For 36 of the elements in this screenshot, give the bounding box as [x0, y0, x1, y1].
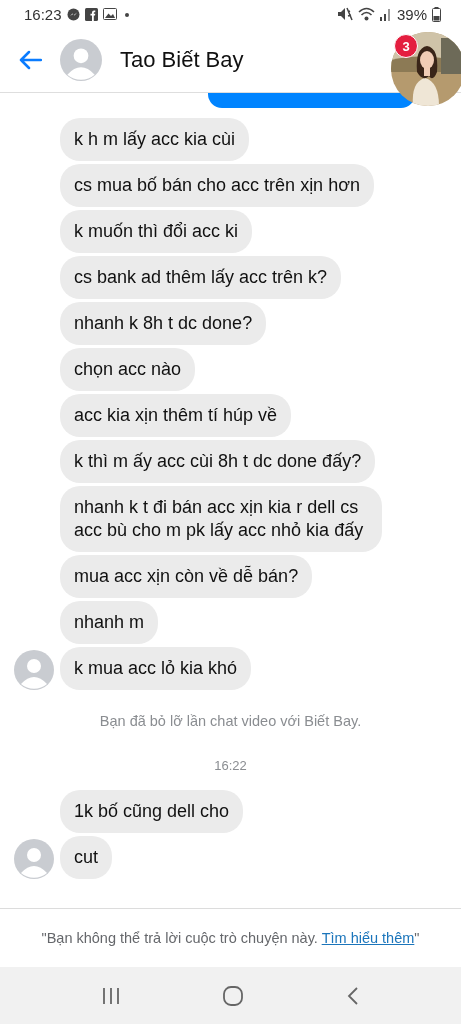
back-arrow-icon[interactable]	[18, 50, 42, 70]
message-bubble: mua acc xịn còn về dễ bán?	[60, 555, 313, 598]
message-bubble: cs mua bố bán cho acc trên xịn hơn	[60, 164, 374, 207]
recent-apps-icon[interactable]	[101, 986, 122, 1005]
notification-badge: 3	[394, 34, 418, 58]
message-bubble: acc kia xịn thêm tí húp về	[60, 394, 292, 437]
clock: 16:23	[24, 5, 62, 23]
message-bubble: nhanh m	[60, 601, 159, 644]
message-bubble: nhanh k 8h t dc done?	[60, 302, 267, 345]
message-bubble: k muốn thì đổi acc ki	[60, 210, 253, 253]
wifi-icon	[357, 7, 375, 21]
message-bubble: 1k bố cũng dell cho	[60, 790, 244, 833]
message-bubble: nhanh k t đi bán acc xịn kia r dell cs acc bù cho m pk lấy acc nhỏ kia đấy	[60, 486, 382, 552]
learn-more-link[interactable]: Tìm hiểu thêm	[321, 930, 415, 946]
message-bubble: k mua acc lỏ kia khó	[60, 647, 252, 690]
message-bubble: k h m lấy acc kia cùi	[60, 118, 250, 161]
messenger-icon	[66, 7, 80, 21]
message-bubble: k thì m ấy acc cùi 8h t dc done đấy?	[60, 440, 376, 483]
image-icon	[102, 8, 117, 20]
signal-icon	[379, 7, 392, 21]
facebook-icon	[84, 7, 98, 21]
battery-percentage: 39%	[396, 5, 427, 23]
avatar-icon	[14, 839, 54, 879]
timestamp: 16:22	[214, 758, 247, 773]
message-bubble: cut	[60, 836, 112, 879]
home-icon[interactable]	[223, 985, 244, 1006]
message-bubble: chọn acc nào	[60, 348, 196, 391]
avatar-icon	[14, 650, 54, 690]
battery-icon	[432, 6, 441, 22]
contact-name: Tao Biết Bay	[120, 47, 244, 73]
back-icon[interactable]	[345, 985, 360, 1006]
cannot-reply-notice: "Bạn không thể trả lời cuộc trò chuyện này. Tìm hiểu thêm"	[41, 930, 420, 946]
profile-avatar	[60, 39, 102, 81]
message-bubble: cs bank ad thêm lấy acc trên k?	[60, 256, 342, 299]
missed-call-notice: Bạn đã bỏ lỡ lần chat video với Biết Bay.	[99, 713, 362, 729]
mute-icon	[336, 7, 353, 21]
